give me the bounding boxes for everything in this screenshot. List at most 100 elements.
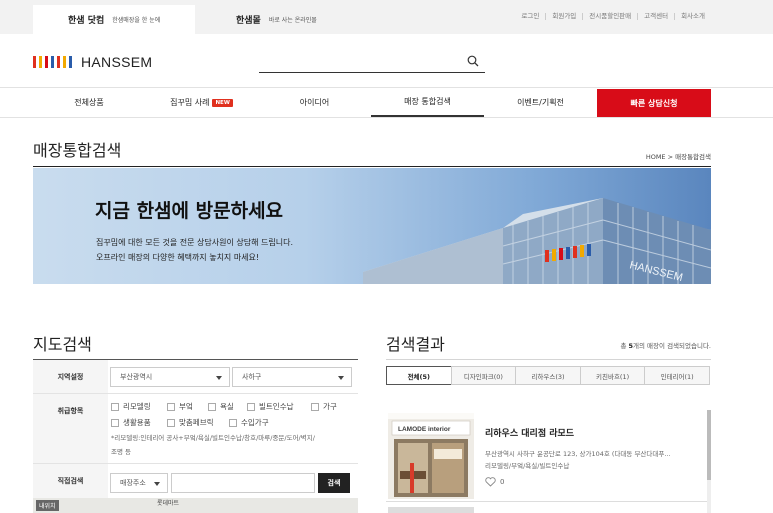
count-suffix: 개의 매장이 검색되었습니다. [633, 342, 711, 350]
district-select[interactable]: 사하구 [232, 367, 352, 387]
tab-kitchenbach[interactable]: 키친바흐(1) [579, 366, 646, 385]
brand-name: 한샘몰 [236, 16, 261, 26]
direct-search-row: 직접검색 매장주소 검색 [33, 463, 358, 498]
chevron-down-icon [338, 376, 344, 380]
title-divider [33, 166, 711, 167]
checkbox-box [208, 402, 216, 411]
store-categories: 리모델링/부엌/욕실/빌트인수납 [485, 462, 570, 470]
top-bar: 한샘 닷컴 한샘매장을 한 눈에 한샘몰 바로 사는 온라인몰 로그인 회원가입… [0, 0, 773, 34]
checkbox-label: 수입가구 [241, 418, 269, 427]
brand-tab-hanssem-dotcom[interactable]: 한샘 닷컴 한샘매장을 한 눈에 [33, 5, 195, 34]
direct-search-label: 직접검색 [33, 464, 108, 498]
checkbox-custom-fabric[interactable]: 맞춤페브릭 [167, 417, 214, 428]
tab-design-park[interactable]: 디자인파크(0) [450, 366, 517, 385]
login-link[interactable]: 로그인 [515, 13, 545, 20]
scrollbar-thumb[interactable] [707, 410, 711, 480]
checkbox-imported-furniture[interactable]: 수입가구 [229, 417, 269, 428]
brand-name: 한샘 닷컴 [68, 16, 105, 26]
site-header: HANSSEM [0, 34, 773, 87]
search-button[interactable]: 검색 [318, 473, 350, 493]
region-row: 지역설정 부산광역시 사하구 [33, 359, 358, 393]
items-row: 취급항목 리모델링 부엌 욕실 빌트인수납 가구 생활용품 맞춤페브릭 수입가구… [33, 393, 358, 463]
brand-desc: 바로 사는 온라인몰 [268, 17, 317, 24]
remodeling-note: *리모델링:인테리어 공사+부엌/욕실/빌트인수납/창호/마루/중문/도어/벽지… [111, 431, 356, 459]
nav-label: 집꾸밈 사례 [170, 98, 210, 107]
checkbox-label: 부엌 [179, 402, 193, 411]
results-scrollbar[interactable] [707, 410, 711, 513]
store-photo: LAMODE interior [388, 413, 474, 499]
nav-label: 아이디어 [299, 98, 330, 107]
checkbox-furniture[interactable]: 가구 [311, 401, 337, 412]
brand-desc: 한샘매장을 한 눈에 [112, 17, 161, 24]
hanssem-logo[interactable]: HANSSEM [33, 54, 152, 70]
address-type-value: 매장주소 [120, 479, 146, 487]
tab-all[interactable]: 전체(5) [386, 366, 452, 385]
nav-label: 매장 통합검색 [404, 97, 451, 106]
page-title: 매장통합검색 [33, 141, 122, 160]
logo-text: HANSSEM [81, 54, 153, 70]
checkbox-box [167, 402, 175, 411]
address-type-select[interactable]: 매장주소 [110, 473, 168, 493]
checkbox-box [311, 402, 319, 411]
search-icon[interactable] [467, 55, 479, 67]
store-card[interactable] [386, 505, 706, 513]
signup-link[interactable]: 회원가입 [545, 13, 582, 20]
items-label: 취급항목 [33, 394, 108, 463]
breadcrumb: HOME > 매장통합검색 [645, 153, 711, 161]
nav-label: 이벤트/기획전 [517, 98, 564, 107]
city-select-value: 부산광역시 [120, 373, 153, 381]
results-count: 총 5개의 매장이 검색되었습니다. [620, 340, 711, 350]
banner-subtext: 집꾸밈에 대한 모든 것을 전문 상담사원이 상담해 드립니다. 오프라인 매장… [96, 235, 293, 265]
store-name[interactable]: 리하우스 대리점 라모드 [485, 426, 574, 439]
nav-all-products[interactable]: 전체상품 [33, 88, 145, 117]
city-select[interactable]: 부산광역시 [110, 367, 230, 387]
nav-events[interactable]: 이벤트/기획전 [484, 88, 597, 117]
checkbox-box [247, 402, 255, 411]
nav-home-styling[interactable]: 집꾸밈 사례 NEW [145, 88, 258, 117]
store-card[interactable]: LAMODE interior 리하우스 대리점 라모드 부산광역시 사하구 윤… [386, 410, 708, 502]
store-building-illustration: HANSSEM [363, 198, 711, 284]
checkbox-box [229, 418, 237, 427]
main-navigation: 전체상품 집꾸밈 사례 NEW 아이디어 매장 통합검색 이벤트/기획전 빠른 … [0, 87, 773, 118]
nav-ideas[interactable]: 아이디어 [258, 88, 371, 117]
checkbox-label: 욕실 [220, 402, 234, 411]
note-line: *리모델링:인테리어 공사+부엌/욕실/빌트인수납/창호/마루/중문/도어/벽지… [111, 434, 315, 442]
count-prefix: 총 [620, 342, 629, 350]
tab-interior[interactable]: 인테리어(1) [644, 366, 710, 385]
checkbox-box [111, 402, 119, 411]
like-button[interactable]: 0 [485, 477, 504, 487]
region-label: 지역설정 [33, 360, 108, 393]
checkbox-kitchen[interactable]: 부엌 [167, 401, 193, 412]
customer-center-link[interactable]: 고객센터 [637, 13, 674, 20]
address-line: 부산광역시 사하구 윤공단로 123, 상가104호 (다대동 부산다대푸... [485, 450, 671, 458]
logo-color-bars-icon [33, 56, 72, 68]
banner-line: 오프라인 매장의 다양한 혜택까지 놓치지 마세요! [96, 253, 260, 262]
quick-consult-button[interactable]: 빠른 상담신청 [597, 89, 711, 117]
store-photo [388, 507, 474, 513]
district-select-value: 사하구 [242, 373, 262, 381]
display-sale-link[interactable]: 전시품할인판매 [582, 13, 637, 20]
chevron-down-icon [154, 482, 160, 486]
store-search-input[interactable] [171, 473, 315, 493]
checkbox-builtin-storage[interactable]: 빌트인수납 [247, 401, 294, 412]
heart-icon [485, 477, 496, 487]
map-search-title: 지도검색 [33, 335, 92, 354]
checkbox-household[interactable]: 생활용품 [111, 417, 151, 428]
new-badge: NEW [212, 98, 233, 107]
tab-rehaus[interactable]: 리하우스(3) [515, 366, 581, 385]
my-location-button[interactable]: 내위치 [36, 500, 59, 511]
nav-store-search[interactable]: 매장 통합검색 [371, 88, 484, 117]
company-info-link[interactable]: 회사소개 [674, 13, 711, 20]
store-sign-text: LAMODE interior [398, 426, 451, 433]
checkbox-label: 빌트인수납 [259, 402, 294, 411]
storefront-image: LAMODE interior [388, 413, 474, 499]
visit-banner: 지금 한샘에 방문하세요 집꾸밈에 대한 모든 것을 전문 상담사원이 상담해 … [33, 168, 711, 284]
banner-line: 집꾸밈에 대한 모든 것을 전문 상담사원이 상담해 드립니다. [96, 238, 293, 247]
brand-tab-hanssem-mall[interactable]: 한샘몰 바로 사는 온라인몰 [236, 5, 317, 34]
store-map[interactable]: 내위치 롯데마트 [33, 498, 358, 513]
checkbox-label: 생활용품 [123, 418, 151, 427]
checkbox-remodeling[interactable]: 리모델링 [111, 401, 151, 412]
checkbox-box [111, 418, 119, 427]
checkbox-bath[interactable]: 욕실 [208, 401, 234, 412]
search-input[interactable] [259, 54, 485, 73]
